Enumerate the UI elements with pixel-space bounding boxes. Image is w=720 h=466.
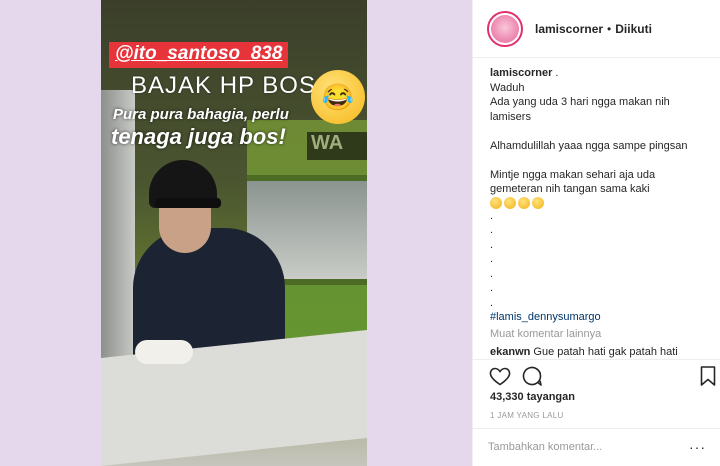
bookmark-icon[interactable]	[696, 364, 720, 388]
avatar[interactable]	[487, 10, 523, 47]
story-caption-line1: Pura pura bahagia, perlu	[113, 106, 289, 123]
header-username[interactable]: lamiscorner	[535, 22, 603, 36]
comment-icon[interactable]	[520, 364, 544, 388]
grin-emoji-icon	[504, 196, 516, 209]
caption-block: lamiscorner . Waduh Ada yang uda 3 hari …	[490, 66, 712, 360]
header-separator: •	[607, 21, 612, 36]
story-headline: BAJAK HP BOS	[131, 72, 316, 99]
caption-line: Mintje ngga makan sehari aja uda	[490, 168, 656, 181]
emoji-row	[490, 196, 712, 209]
hashtag-link[interactable]: #lamis_dennysumargo	[490, 310, 712, 325]
story-caption-line2: tenaga juga bos!	[111, 124, 286, 149]
story-video[interactable]: WA @ito_santoso_838 BAJAK HP BOS 😂 Pura …	[101, 0, 367, 466]
caption-line: Alhamdulillah yaaa ngga sampe pingsan	[490, 139, 688, 152]
caption-author[interactable]: lamiscorner	[490, 67, 552, 79]
heart-icon[interactable]	[488, 364, 512, 388]
caption-dot: .	[490, 224, 494, 236]
grin-emoji-icon	[532, 196, 544, 209]
laughing-emoji-icon: 😂	[311, 70, 365, 124]
caption-dot: .	[490, 253, 494, 265]
comment-input[interactable]	[488, 441, 648, 453]
media-area: WA @ito_santoso_838 BAJAK HP BOS 😂 Pura …	[0, 0, 472, 466]
avatar-image	[491, 14, 519, 43]
caption-dot: .	[490, 267, 494, 280]
wall-sign-text: WA	[307, 132, 367, 160]
comment-text: Gue patah hati gak patah hati	[533, 346, 678, 358]
add-comment-bar: ···	[472, 428, 720, 466]
caption-dot: .	[490, 209, 494, 222]
grin-emoji-icon	[518, 196, 530, 209]
post-header: lamiscorner • Diikuti	[473, 0, 720, 58]
caption-line: gemeteran nih tangan sama kaki	[490, 183, 650, 195]
comment-author[interactable]: ekanwn	[490, 346, 530, 358]
follow-button[interactable]: Diikuti	[615, 22, 652, 36]
caption-dot: .	[490, 238, 494, 251]
view-count[interactable]: 43,330 tayangan	[490, 391, 575, 403]
caption-line: lamisers	[490, 110, 531, 123]
mention-tag[interactable]: @ito_santoso_838	[109, 42, 289, 68]
caption-dot: .	[490, 282, 494, 294]
caption-author-suffix: .	[552, 67, 559, 79]
more-options-icon[interactable]: ···	[689, 439, 706, 455]
food-plate	[135, 340, 193, 364]
grin-emoji-icon	[490, 196, 502, 209]
caption-line: Ada yang uda 3 hari ngga makan nih	[490, 96, 670, 108]
caption-dot: .	[490, 296, 494, 309]
cap-brim	[155, 198, 221, 208]
caption-line: Waduh	[490, 81, 525, 94]
post-timestamp[interactable]: 1 JAM YANG LALU	[490, 411, 564, 420]
load-more-comments-link[interactable]: Muat komentar lainnya	[490, 327, 712, 342]
action-bar	[472, 359, 720, 389]
